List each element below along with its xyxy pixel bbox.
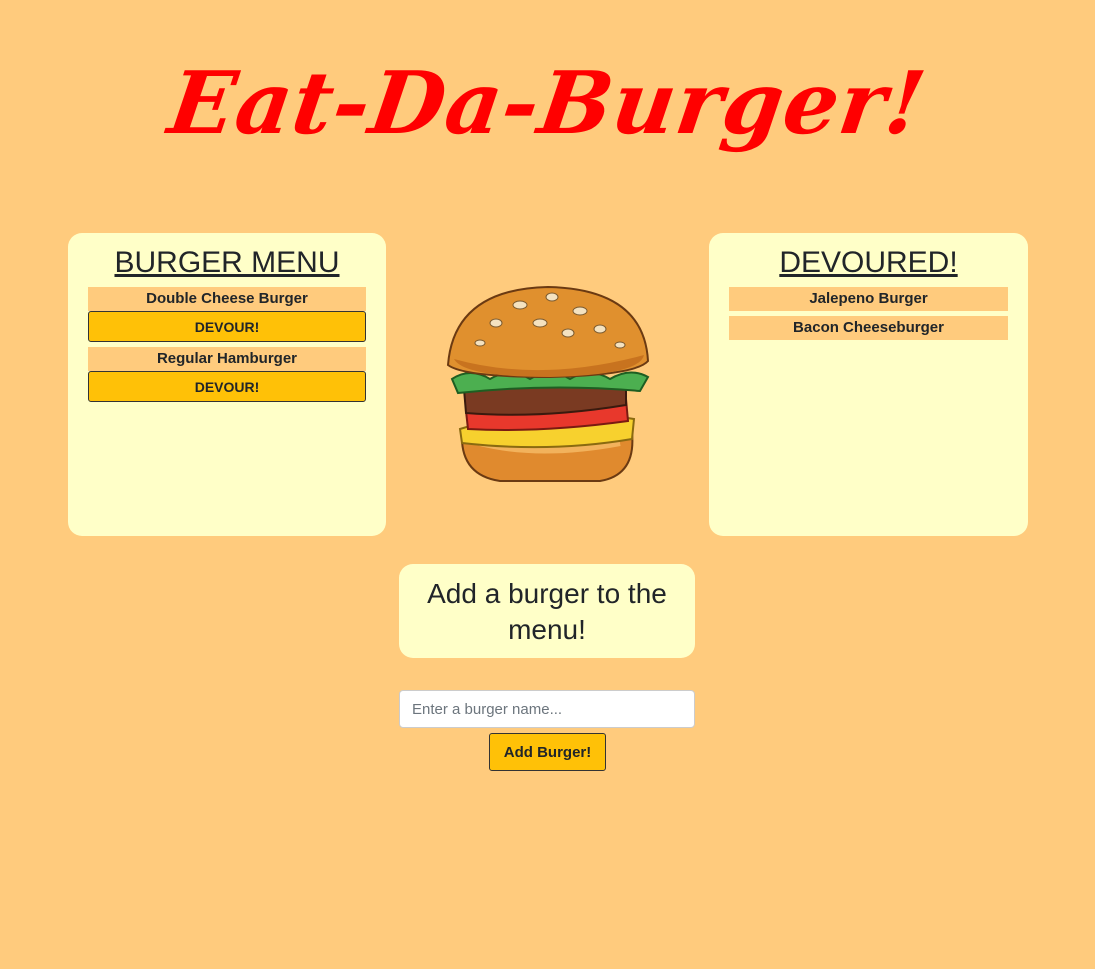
burger-name: Double Cheese Burger: [88, 287, 366, 311]
burger-icon: [440, 283, 655, 488]
list-item: Double Cheese Burger DEVOUR!: [88, 287, 366, 342]
list-item: Regular Hamburger DEVOUR!: [88, 347, 366, 402]
burger-menu-list: Double Cheese Burger DEVOUR! Regular Ham…: [88, 287, 366, 402]
burger-menu-heading: BURGER MENU: [114, 246, 340, 279]
add-burger-button[interactable]: Add Burger!: [489, 733, 606, 771]
add-burger-heading: Add a burger to the menu!: [399, 564, 695, 658]
burger-name-input[interactable]: [399, 690, 695, 728]
devour-button[interactable]: DEVOUR!: [88, 371, 366, 402]
devoured-heading: DEVOURED!: [779, 246, 958, 279]
list-item: Jalepeno Burger: [729, 287, 1008, 311]
devoured-list: Jalepeno Burger Bacon Cheeseburger: [729, 287, 1008, 340]
burger-name: Regular Hamburger: [88, 347, 366, 371]
burger-menu-panel: BURGER MENU Double Cheese Burger DEVOUR!…: [68, 233, 386, 536]
page-title: Eat-Da-Burger!: [162, 53, 933, 154]
devour-button[interactable]: DEVOUR!: [88, 311, 366, 342]
devoured-panel: DEVOURED! Jalepeno Burger Bacon Cheesebu…: [709, 233, 1028, 536]
list-item: Bacon Cheeseburger: [729, 316, 1008, 340]
